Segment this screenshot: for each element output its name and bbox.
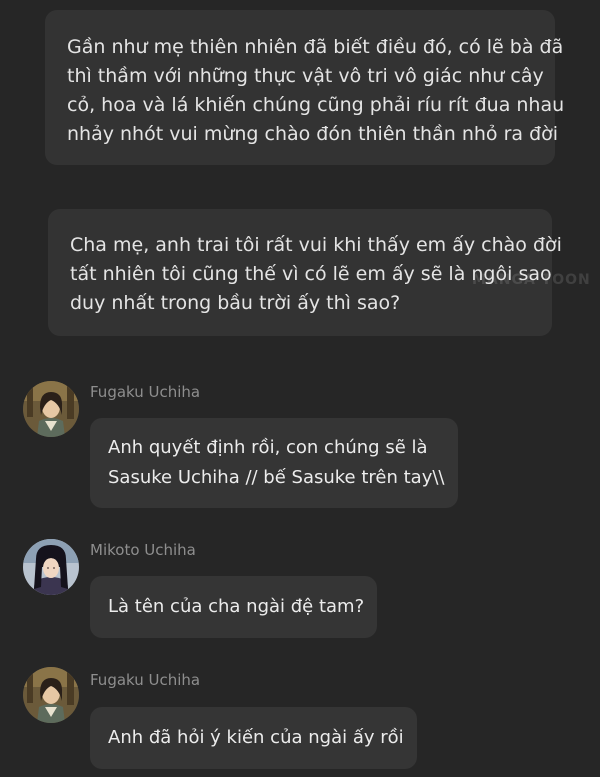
sender-name: Mikoto Uchiha	[90, 541, 196, 559]
message-bubble: Anh quyết định rồi, con chúng sẽ là Sasu…	[90, 418, 458, 508]
narration-line: tất nhiên tôi cũng thế vì có lẽ em ấy sẽ…	[70, 263, 552, 285]
narration-line: thì thầm với những thực vật vô tri vô gi…	[67, 65, 544, 87]
narration-line: nhảy nhót vui mừng chào đón thiên thần n…	[67, 123, 559, 145]
narration-line: Gần như mẹ thiên nhiên đã biết điều đó, …	[67, 36, 564, 58]
fugaku-avatar-icon[interactable]	[23, 381, 79, 437]
message-text: Sasuke Uchiha // bế Sasuke trên tay\\	[108, 467, 445, 488]
message-text: Anh quyết định rồi, con chúng sẽ là	[108, 437, 428, 458]
narration-line: duy nhất trong bầu trời ấy thì sao?	[70, 292, 401, 314]
narration-bubble: Gần như mẹ thiên nhiên đã biết điều đó, …	[45, 10, 565, 165]
message-text: Là tên của cha ngài đệ tam?	[108, 596, 365, 617]
message-bubble: Anh đã hỏi ý kiến của ngài ấy rồi	[90, 707, 417, 769]
mikoto-avatar-icon[interactable]	[23, 539, 79, 595]
message-bubble: Là tên của cha ngài đệ tam?	[90, 576, 377, 638]
narration-line: cỏ, hoa và lá khiến chúng cũng phải ríu …	[67, 94, 565, 116]
narration-line: Cha mẹ, anh trai tôi rất vui khi thấy em…	[70, 234, 562, 256]
watermark: MANGA TOON	[472, 272, 591, 288]
sender-name: Fugaku Uchiha	[90, 671, 201, 689]
fugaku-avatar-icon[interactable]	[23, 667, 79, 723]
sender-name: Fugaku Uchiha	[90, 383, 201, 401]
message-text: Anh đã hỏi ý kiến của ngài ấy rồi	[108, 727, 404, 748]
